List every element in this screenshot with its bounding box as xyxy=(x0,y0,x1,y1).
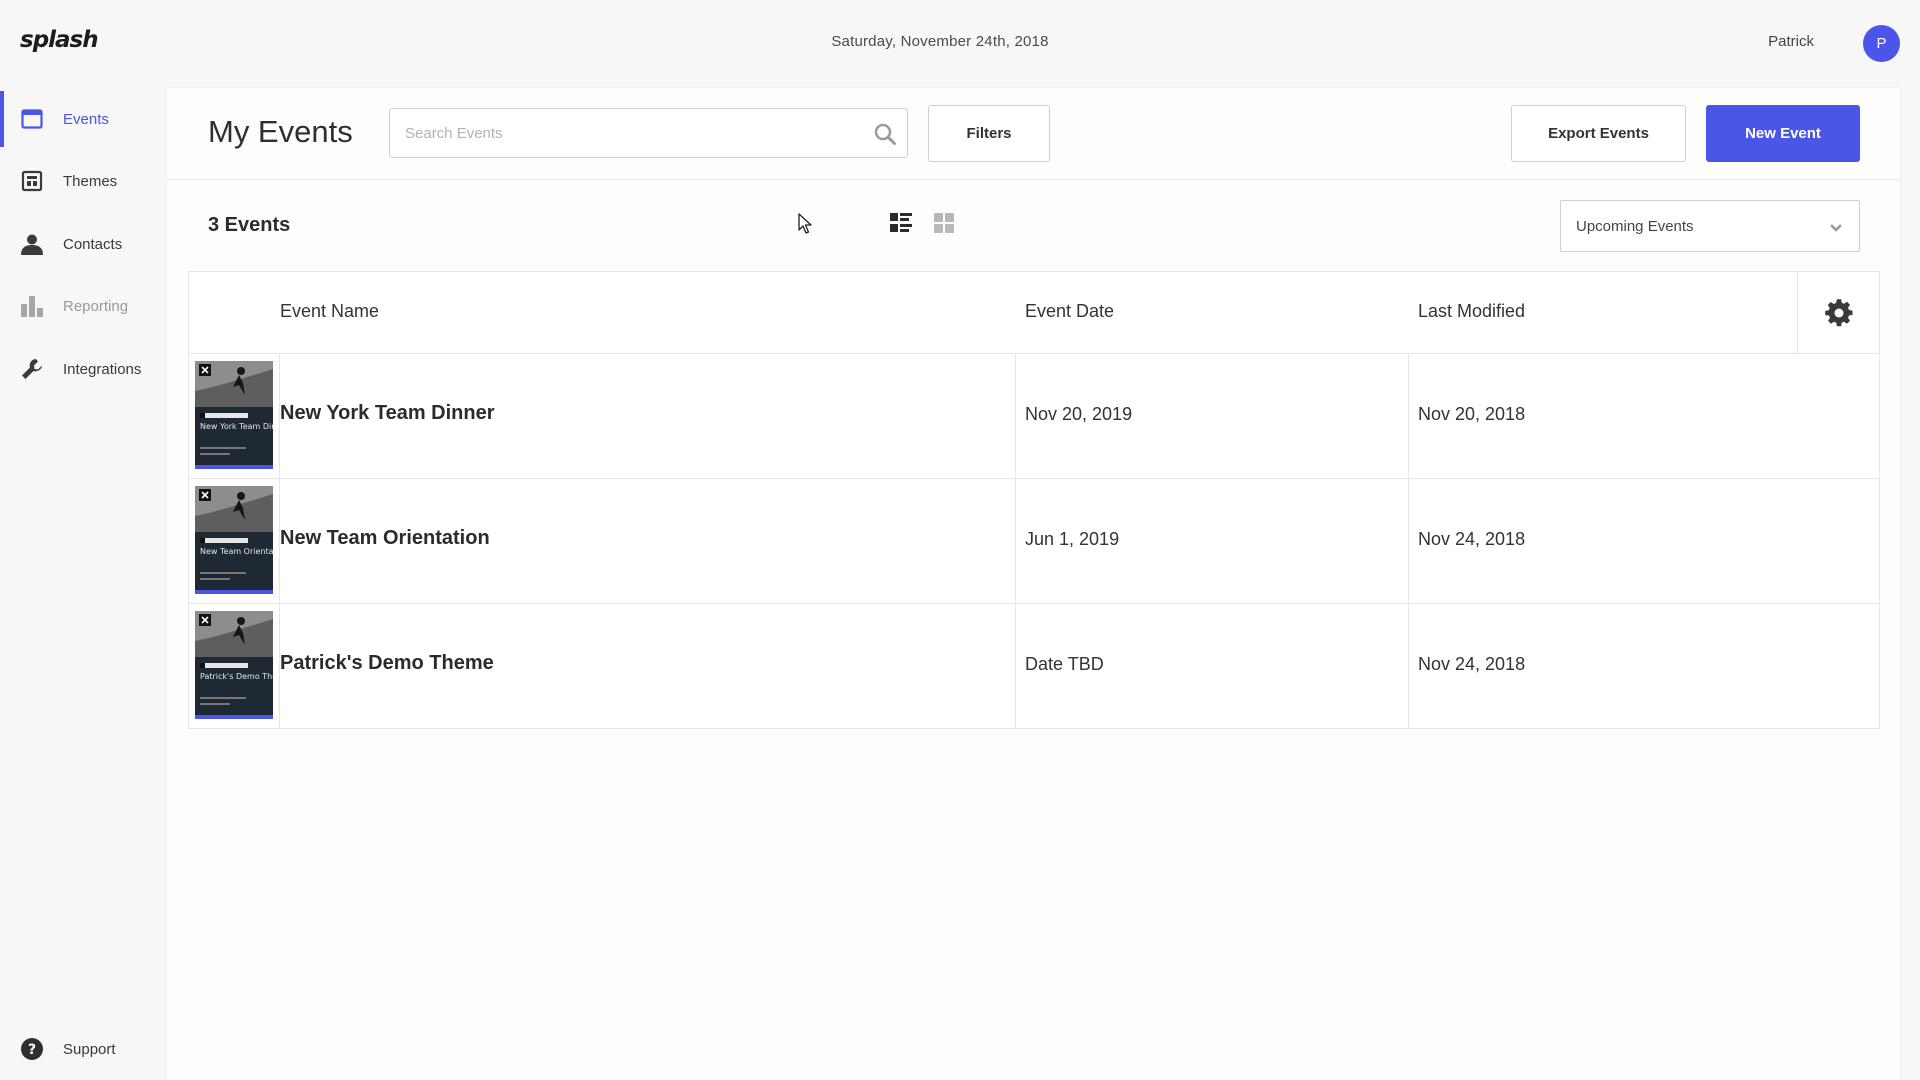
event-name[interactable]: New York Team Dinner xyxy=(280,402,495,425)
last-modified: Nov 24, 2018 xyxy=(1418,654,1526,674)
select-value: Upcoming Events xyxy=(1576,217,1694,235)
table-row[interactable]: New York Team Dinner New York Team Dinne… xyxy=(189,354,1879,479)
column-settings[interactable] xyxy=(1797,272,1879,354)
table-header: Event Name Event Date Last Modified xyxy=(189,272,1879,354)
chevron-down-icon xyxy=(1830,224,1842,232)
event-date: Date TBD xyxy=(1025,654,1104,674)
list-view-icon[interactable] xyxy=(889,211,913,235)
sidebar-item-label: Reporting xyxy=(63,297,129,315)
current-date: Saturday, November 24th, 2018 xyxy=(831,33,1049,50)
event-name[interactable]: Patrick's Demo Theme xyxy=(280,652,494,675)
bar-chart-icon xyxy=(20,294,44,318)
theme-icon xyxy=(20,169,44,193)
thumbnail-title: New York Team Dinner xyxy=(200,422,273,431)
help-icon: ? xyxy=(20,1037,44,1061)
event-filter-select[interactable]: Upcoming Events xyxy=(1560,200,1860,252)
new-event-button[interactable]: New Event xyxy=(1706,105,1860,162)
column-divider xyxy=(1408,354,1409,478)
thumbnail-title: Patrick's Demo Theme xyxy=(200,672,273,681)
event-thumbnail[interactable]: New Team Orientation xyxy=(195,486,273,594)
column-header-event-date[interactable]: Event Date xyxy=(1025,301,1114,322)
event-date: Jun 1, 2019 xyxy=(1025,529,1120,549)
events-panel: My Events Filters Export Events New Even… xyxy=(167,88,1900,1080)
avatar[interactable]: P xyxy=(1863,25,1900,62)
svg-text:?: ? xyxy=(28,1042,36,1058)
sidebar-item-themes[interactable]: Themes xyxy=(0,153,166,209)
page-title: My Events xyxy=(208,114,353,149)
column-divider xyxy=(1015,604,1016,728)
support-label: Support xyxy=(63,1040,116,1058)
column-header-last-modified[interactable]: Last Modified xyxy=(1418,301,1525,322)
last-modified: Nov 24, 2018 xyxy=(1418,529,1526,549)
thumbnail-cell: New Team Orientation xyxy=(189,479,280,603)
column-divider xyxy=(1408,604,1409,728)
sidebar-item-label: Themes xyxy=(63,172,118,190)
person-icon xyxy=(20,232,44,256)
event-thumbnail[interactable]: New York Team Dinner xyxy=(195,361,273,469)
column-divider xyxy=(1015,479,1016,603)
thumbnail-cell: New York Team Dinner xyxy=(189,354,280,478)
support-link[interactable]: ? Support xyxy=(20,1037,116,1061)
sidebar-item-reporting[interactable]: Reporting xyxy=(0,278,166,334)
event-count: 3 Events xyxy=(208,214,291,236)
sidebar-item-contacts[interactable]: Contacts xyxy=(0,216,166,272)
event-name[interactable]: New Team Orientation xyxy=(280,527,490,550)
sidebar-item-label: Events xyxy=(63,110,109,128)
event-thumbnail[interactable]: Patrick's Demo Theme xyxy=(195,611,273,719)
column-divider xyxy=(1015,354,1016,478)
thumbnail-cell: Patrick's Demo Theme xyxy=(189,604,280,728)
sidebar-item-label: Contacts xyxy=(63,235,123,253)
sidebar-item-integrations[interactable]: Integrations xyxy=(0,341,166,397)
search-input[interactable] xyxy=(390,109,850,157)
search-box xyxy=(389,108,908,158)
grid-view-icon[interactable] xyxy=(932,211,956,235)
last-modified: Nov 20, 2018 xyxy=(1418,404,1526,424)
table-row[interactable]: New Team Orientation New Team Orientatio… xyxy=(189,479,1879,604)
table-row[interactable]: Patrick's Demo Theme Patrick's Demo Them… xyxy=(189,604,1879,729)
search-icon[interactable] xyxy=(873,122,897,146)
export-events-button[interactable]: Export Events xyxy=(1511,105,1686,162)
mouse-cursor-icon xyxy=(798,213,812,234)
thumbnail-title: New Team Orientation xyxy=(200,547,273,556)
sidebar-item-events[interactable]: Events xyxy=(0,91,166,147)
calendar-icon xyxy=(20,107,44,131)
sidebar-item-label: Integrations xyxy=(63,360,142,378)
filters-button[interactable]: Filters xyxy=(928,105,1050,162)
column-divider xyxy=(1408,479,1409,603)
sidebar: Events Themes Contacts Reporting Integra… xyxy=(0,86,166,1080)
event-date: Nov 20, 2019 xyxy=(1025,404,1133,424)
column-header-event-name[interactable]: Event Name xyxy=(280,301,379,322)
wrench-icon xyxy=(20,357,44,381)
header-divider xyxy=(167,179,1900,180)
gear-icon xyxy=(1825,299,1853,327)
top-bar: splash Saturday, November 24th, 2018 Pat… xyxy=(0,0,1920,86)
user-name[interactable]: Patrick xyxy=(1768,33,1814,50)
events-table: Event Name Event Date Last Modified New … xyxy=(188,271,1880,729)
